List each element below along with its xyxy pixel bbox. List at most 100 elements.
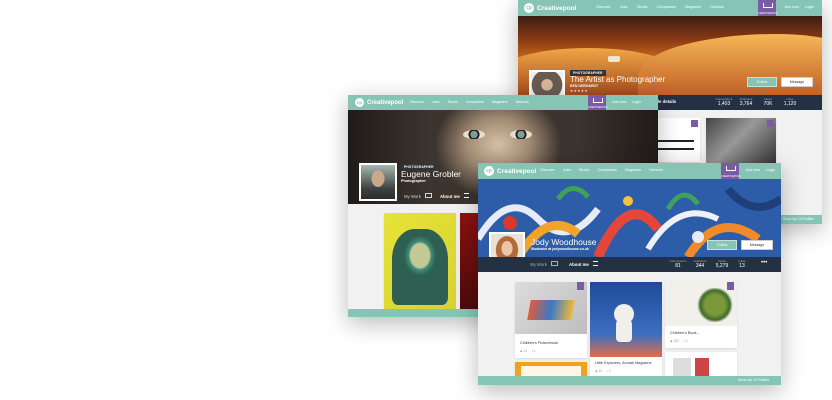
brand-name: Creativepool (497, 167, 537, 175)
nav-link-magazine[interactable]: Magazine (492, 100, 508, 104)
follow-button[interactable]: Follow (747, 77, 777, 87)
footer-link[interactable]: Show top 10 Profiles (783, 217, 814, 221)
profile-role: KEN GERHARDT (570, 84, 599, 88)
stat-views: Views 5,279 (715, 259, 729, 269)
nav-link-network[interactable]: Network (516, 100, 529, 104)
project-card[interactable]: Little Explorers, Anorak Magazine ◉ 10 ▪… (590, 282, 662, 377)
creativepool-button[interactable]: CREATIVEPOOL (758, 0, 778, 16)
nav-link-discover[interactable]: Discover (540, 168, 555, 172)
project-card-portrait[interactable] (706, 118, 776, 164)
stat-likes: Likes 13 (738, 259, 746, 269)
login-link[interactable]: Login (805, 5, 814, 9)
grid-icon (551, 261, 559, 266)
cp-logo-icon: cp (484, 166, 494, 176)
profile-name: Jody Woodhouse (531, 237, 597, 247)
card-ribbon-icon (727, 282, 734, 290)
lines-icon (593, 261, 599, 266)
crown-icon (726, 166, 736, 171)
join-link[interactable]: Join now (612, 100, 626, 104)
creativepool-logo[interactable]: cp Creativepool (524, 3, 576, 13)
card-thumbnail (590, 282, 662, 357)
message-button[interactable]: Message (781, 77, 813, 87)
project-card[interactable]: Children's Picturebook ◉ 11 ▪ 1 (515, 282, 587, 358)
nav-link-discover[interactable]: Discover (410, 100, 424, 104)
tab-about-me[interactable]: About me (569, 261, 599, 267)
profile-name: Eugene Grobler (401, 169, 462, 179)
cover-eye-right (510, 130, 532, 139)
card-ribbon-icon (767, 120, 774, 127)
message-button[interactable]: Message (741, 240, 773, 250)
card-logo-image (654, 140, 694, 150)
project-card-yellow-portrait[interactable] (384, 213, 456, 309)
profile-tabbar: My Work About me Connections 81 Followers… (478, 257, 781, 272)
card-ribbon-icon (691, 120, 698, 127)
brand-name: Creativepool (367, 99, 404, 106)
stat-connections: Connections 81 (669, 259, 687, 269)
profile-role: Photographer (401, 179, 426, 183)
eye-icon: ◉ (670, 339, 673, 343)
comment-icon: ▪ (683, 339, 686, 343)
front-profile-window: cp Creativepool Discover Jobs Studio Com… (478, 163, 781, 385)
comment-icon: ▪ (531, 349, 534, 353)
nav-link-network[interactable]: Network (710, 5, 724, 9)
crown-icon (593, 98, 603, 103)
crown-icon (763, 3, 773, 8)
nav-link-jobs[interactable]: Jobs (563, 168, 571, 172)
footer-link[interactable]: Show top 10 Profiles (738, 378, 769, 382)
stat-likes: Likes 1,120 (783, 97, 797, 107)
nav-link-jobs[interactable]: Jobs (620, 5, 628, 9)
top-navbar: cp Creativepool Discover Jobs Studio Com… (348, 95, 658, 110)
nav-link-discover[interactable]: Discover (596, 5, 611, 9)
stat-views: Views 70K (763, 97, 773, 107)
cover-eye-left (463, 130, 485, 139)
nav-link-studio[interactable]: Studio (579, 168, 590, 172)
card-stats: ◉ 10 ▪ 1 (595, 369, 611, 373)
card-ribbon-icon (577, 282, 584, 290)
follow-button[interactable]: Follow (707, 240, 737, 250)
nav-link-studio[interactable]: Studio (448, 100, 458, 104)
creativepool-button[interactable]: CREATIVEPOOL (588, 95, 608, 110)
nav-link-companies[interactable]: Companies (466, 100, 484, 104)
nav-link-magazine[interactable]: Magazine (625, 168, 641, 172)
card-title: Little Explorers, Anorak Magazine (595, 361, 652, 365)
tab-my-work[interactable]: My Work (404, 193, 433, 199)
login-link[interactable]: Login (766, 168, 775, 172)
top-navbar: cp Creativepool Discover Jobs Studio Com… (478, 163, 781, 179)
card-stats: ◉ 220 ▪ 1 (670, 339, 688, 343)
stat-followers: Followers 344 (693, 259, 707, 269)
nav-link-companies[interactable]: Companies (598, 168, 617, 172)
profile-avatar[interactable] (359, 163, 397, 201)
nav-link-jobs[interactable]: Jobs (432, 100, 440, 104)
tab-about-me[interactable]: About me (440, 193, 470, 199)
project-card[interactable]: Children's Book... ◉ 220 ▪ 1 (665, 282, 737, 348)
card-title: Children's Book... (670, 331, 700, 335)
login-link[interactable]: Login (632, 100, 641, 104)
profile-role: Illustrator at jodywoodhouse.co.uk (531, 247, 589, 251)
more-options-button[interactable]: ••• (761, 260, 767, 266)
nav-link-network[interactable]: Network (649, 168, 663, 172)
creativepool-logo[interactable]: cp Creativepool (484, 166, 536, 176)
lines-icon (464, 193, 470, 198)
card-title: Children's Picturebook (520, 341, 558, 345)
rating-stars: ★★★★★ (570, 89, 589, 93)
join-link[interactable]: Join now (784, 5, 799, 9)
creativepool-logo[interactable]: cp Creativepool (355, 98, 403, 107)
nav-link-companies[interactable]: Companies (657, 5, 676, 9)
stat-connections: Connections 1,403 (715, 97, 733, 107)
cp-logo-icon: cp (524, 3, 534, 13)
nav-link-studio[interactable]: Studio (637, 5, 648, 9)
eye-icon: ◉ (595, 369, 598, 373)
cp-logo-icon: cp (355, 98, 364, 107)
stat-followers: Followers 3,764 (739, 97, 753, 107)
tab-my-work[interactable]: My Work (530, 261, 559, 267)
card-stats: ◉ 11 ▪ 1 (520, 349, 536, 353)
top-navbar: cp Creativepool Discover Jobs Studio Com… (518, 0, 822, 16)
nav-link-magazine[interactable]: Magazine (685, 5, 701, 9)
front-footer-bar: Show top 10 Profiles (478, 376, 781, 385)
creativepool-button[interactable]: CREATIVEPOOL (721, 163, 741, 179)
grid-icon (425, 193, 433, 198)
join-link[interactable]: Join now (745, 168, 760, 172)
profile-name: The Artist as Photographer (570, 75, 666, 84)
eye-icon: ◉ (520, 349, 523, 353)
brand-name: Creativepool (537, 4, 577, 12)
